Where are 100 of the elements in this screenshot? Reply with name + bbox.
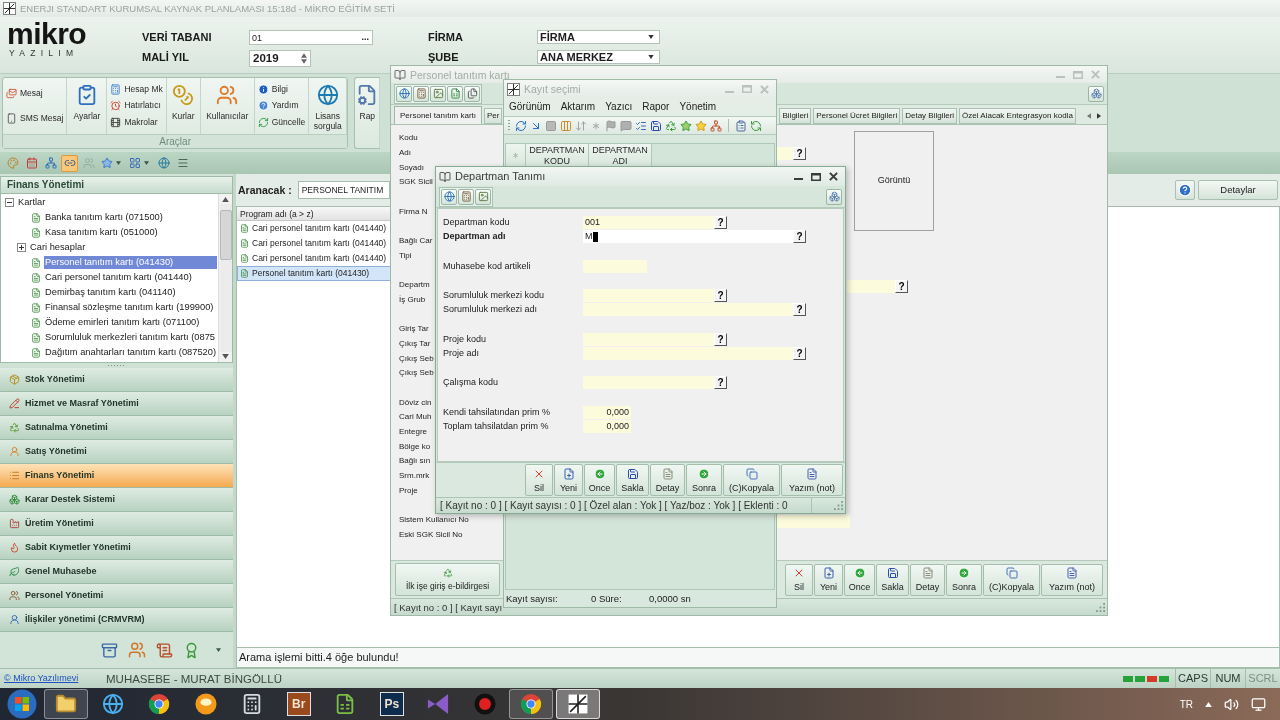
module-button[interactable]: Finans Yönetimi — [0, 464, 233, 488]
tree-item[interactable]: Finansal sözleşme tanıtım kartı (199900) — [44, 301, 215, 314]
toolbar-button[interactable] — [61, 154, 78, 172]
delete-button[interactable]: Sil — [525, 464, 553, 496]
taskbar-button[interactable] — [44, 689, 89, 719]
tab[interactable]: Personel tanıtım kartı — [394, 106, 483, 124]
declaration-button[interactable]: İlk işe giriş e-bildirgesi — [395, 563, 500, 596]
resize-grip-icon[interactable] — [1096, 602, 1105, 612]
record-icon[interactable] — [473, 693, 496, 715]
lookup-button[interactable]: ? — [793, 230, 806, 244]
toolbar-button[interactable] — [458, 188, 474, 205]
note-button[interactable]: Yazım (not) — [781, 464, 843, 496]
toolbar-button[interactable] — [447, 85, 463, 102]
tree-item[interactable]: Ödeme emirleri tanıtım kartı (071100) — [44, 316, 201, 329]
ribbon-item[interactable]: Hesap Mk — [110, 83, 163, 95]
lookup-button[interactable]: ? — [714, 376, 727, 390]
ribbon-item[interactable]: Makrolar — [110, 117, 163, 129]
wheel-icon[interactable] — [520, 693, 543, 715]
scrollbar-thumb[interactable] — [219, 210, 232, 260]
input-field[interactable] — [583, 288, 714, 302]
taskbar-button[interactable] — [509, 689, 554, 719]
tab[interactable]: Bilgileri — [779, 108, 812, 124]
triangle-left-icon[interactable] — [1087, 113, 1091, 119]
resize-grip-icon[interactable] — [834, 501, 843, 510]
new-button[interactable]: Yeni — [814, 563, 843, 596]
tree-item[interactable]: Cari personel tanıtım kartı (041440) — [44, 271, 193, 284]
monitor-icon[interactable] — [1251, 696, 1266, 712]
minus-box-icon[interactable] — [5, 198, 14, 207]
menu-item[interactable]: Aktarım — [560, 101, 596, 113]
taskbar-button[interactable] — [555, 689, 600, 719]
save-button[interactable]: Sakla — [616, 464, 649, 496]
triangle-up-icon[interactable] — [1205, 701, 1212, 707]
help-button[interactable] — [1175, 180, 1195, 200]
input-field[interactable] — [847, 280, 895, 293]
detail-button[interactable]: Detay — [650, 464, 685, 496]
tree-item[interactable]: Sorumluluk merkezleri tanıtım kartı (0875 — [44, 331, 216, 344]
list-item[interactable]: Personel tanıtım kartı (041430) — [237, 266, 391, 281]
ribbon-button[interactable]: Ayarlar — [73, 84, 101, 121]
speaker-icon[interactable] — [1224, 696, 1239, 712]
people-icon[interactable] — [128, 641, 146, 659]
lookup-button[interactable]: ? — [793, 347, 806, 361]
ribbon-button[interactable]: Lisans sorgula — [309, 84, 347, 131]
caret-icon[interactable] — [648, 35, 654, 39]
tree-item[interactable]: Cari hesaplar — [29, 241, 87, 254]
ribbon-item[interactable]: Mesaj — [6, 88, 64, 99]
lookup-button[interactable]: ? — [793, 303, 806, 317]
language-indicator[interactable]: TR — [1179, 696, 1193, 712]
tree-item[interactable]: Kartlar — [17, 196, 47, 209]
ribbon-item[interactable]: Hatırlatıcı — [110, 100, 163, 112]
tab[interactable]: Detay Bilgileri — [902, 108, 958, 124]
ribbon-item[interactable]: SMS Mesaj — [6, 113, 64, 124]
tree-item[interactable]: Kasa tanıtım kartı (051000) — [44, 226, 159, 239]
module-button[interactable]: Hizmet ve Masraf Yönetimi — [0, 392, 233, 416]
orb-icon[interactable] — [194, 693, 217, 715]
menu-item[interactable]: Görünüm — [509, 101, 551, 113]
toolbar-button[interactable] — [396, 85, 412, 102]
column-header[interactable]: DEPARTMAN KODU — [526, 144, 589, 168]
bow-icon[interactable] — [427, 693, 450, 715]
caret-icon[interactable] — [648, 55, 654, 59]
copyright-link[interactable]: © Mikro Yazılımevi — [4, 673, 79, 684]
lookup-button[interactable]: ? — [895, 280, 908, 293]
menu-item[interactable]: Yazıcı — [605, 101, 633, 113]
next-button[interactable]: Sonra — [686, 464, 722, 496]
triangle-up-icon[interactable] — [222, 197, 229, 202]
ribbon-button[interactable]: Kullanıcılar — [206, 84, 249, 121]
flag-icon[interactable] — [605, 119, 617, 132]
app-logo-tile[interactable]: Ps — [379, 692, 404, 716]
list-item[interactable]: Cari personel tanıtım kartı (041440) — [237, 251, 391, 266]
maximize-icon[interactable] — [811, 172, 821, 181]
input-field[interactable] — [777, 515, 850, 528]
tree-item[interactable]: Banka tanıtım kartı (071500) — [44, 211, 164, 224]
input-field[interactable]: 0,000 — [583, 405, 631, 419]
folder-icon[interactable] — [54, 693, 79, 715]
image-area[interactable]: Görüntü — [854, 131, 934, 231]
close-icon[interactable] — [829, 172, 838, 181]
menu-item[interactable]: Yönetim — [679, 101, 717, 113]
ribbon-button[interactable]: Kurlar — [171, 84, 195, 121]
input-field[interactable]: M — [583, 230, 793, 244]
module-button[interactable]: Genel Muhasebe — [0, 560, 233, 584]
crosshair-icon[interactable] — [566, 693, 589, 715]
cabinet-icon[interactable] — [101, 641, 118, 659]
ribbon-button[interactable]: Rap — [356, 84, 379, 121]
input-field[interactable]: 0,000 — [583, 420, 631, 434]
tab[interactable]: Özel Alacak Entegrasyon kodla — [959, 108, 1076, 124]
toolbar-button[interactable] — [430, 85, 446, 102]
module-button[interactable]: İlişkiler yönetimi (CRMVRM) — [0, 608, 233, 632]
detail-button[interactable]: Detay — [910, 563, 945, 596]
square-icon[interactable] — [545, 119, 557, 132]
ribbon-item[interactable]: Bilgi — [257, 83, 306, 95]
toolbar-button[interactable] — [826, 188, 842, 205]
app-logo-tile[interactable]: Br — [286, 692, 311, 716]
module-button[interactable]: Personel Yönetimi — [0, 584, 233, 608]
module-button[interactable]: Sabit Kıymetler Yönetimi — [0, 536, 233, 560]
refresh-icon[interactable] — [515, 119, 527, 132]
toolbar-button[interactable] — [413, 85, 429, 102]
wheel-icon[interactable] — [148, 693, 171, 715]
module-button[interactable]: Stok Yönetimi — [0, 368, 233, 392]
globe-icon[interactable] — [101, 693, 124, 715]
input-field[interactable]: 001 — [583, 215, 714, 229]
tab[interactable]: Per — [484, 108, 503, 124]
